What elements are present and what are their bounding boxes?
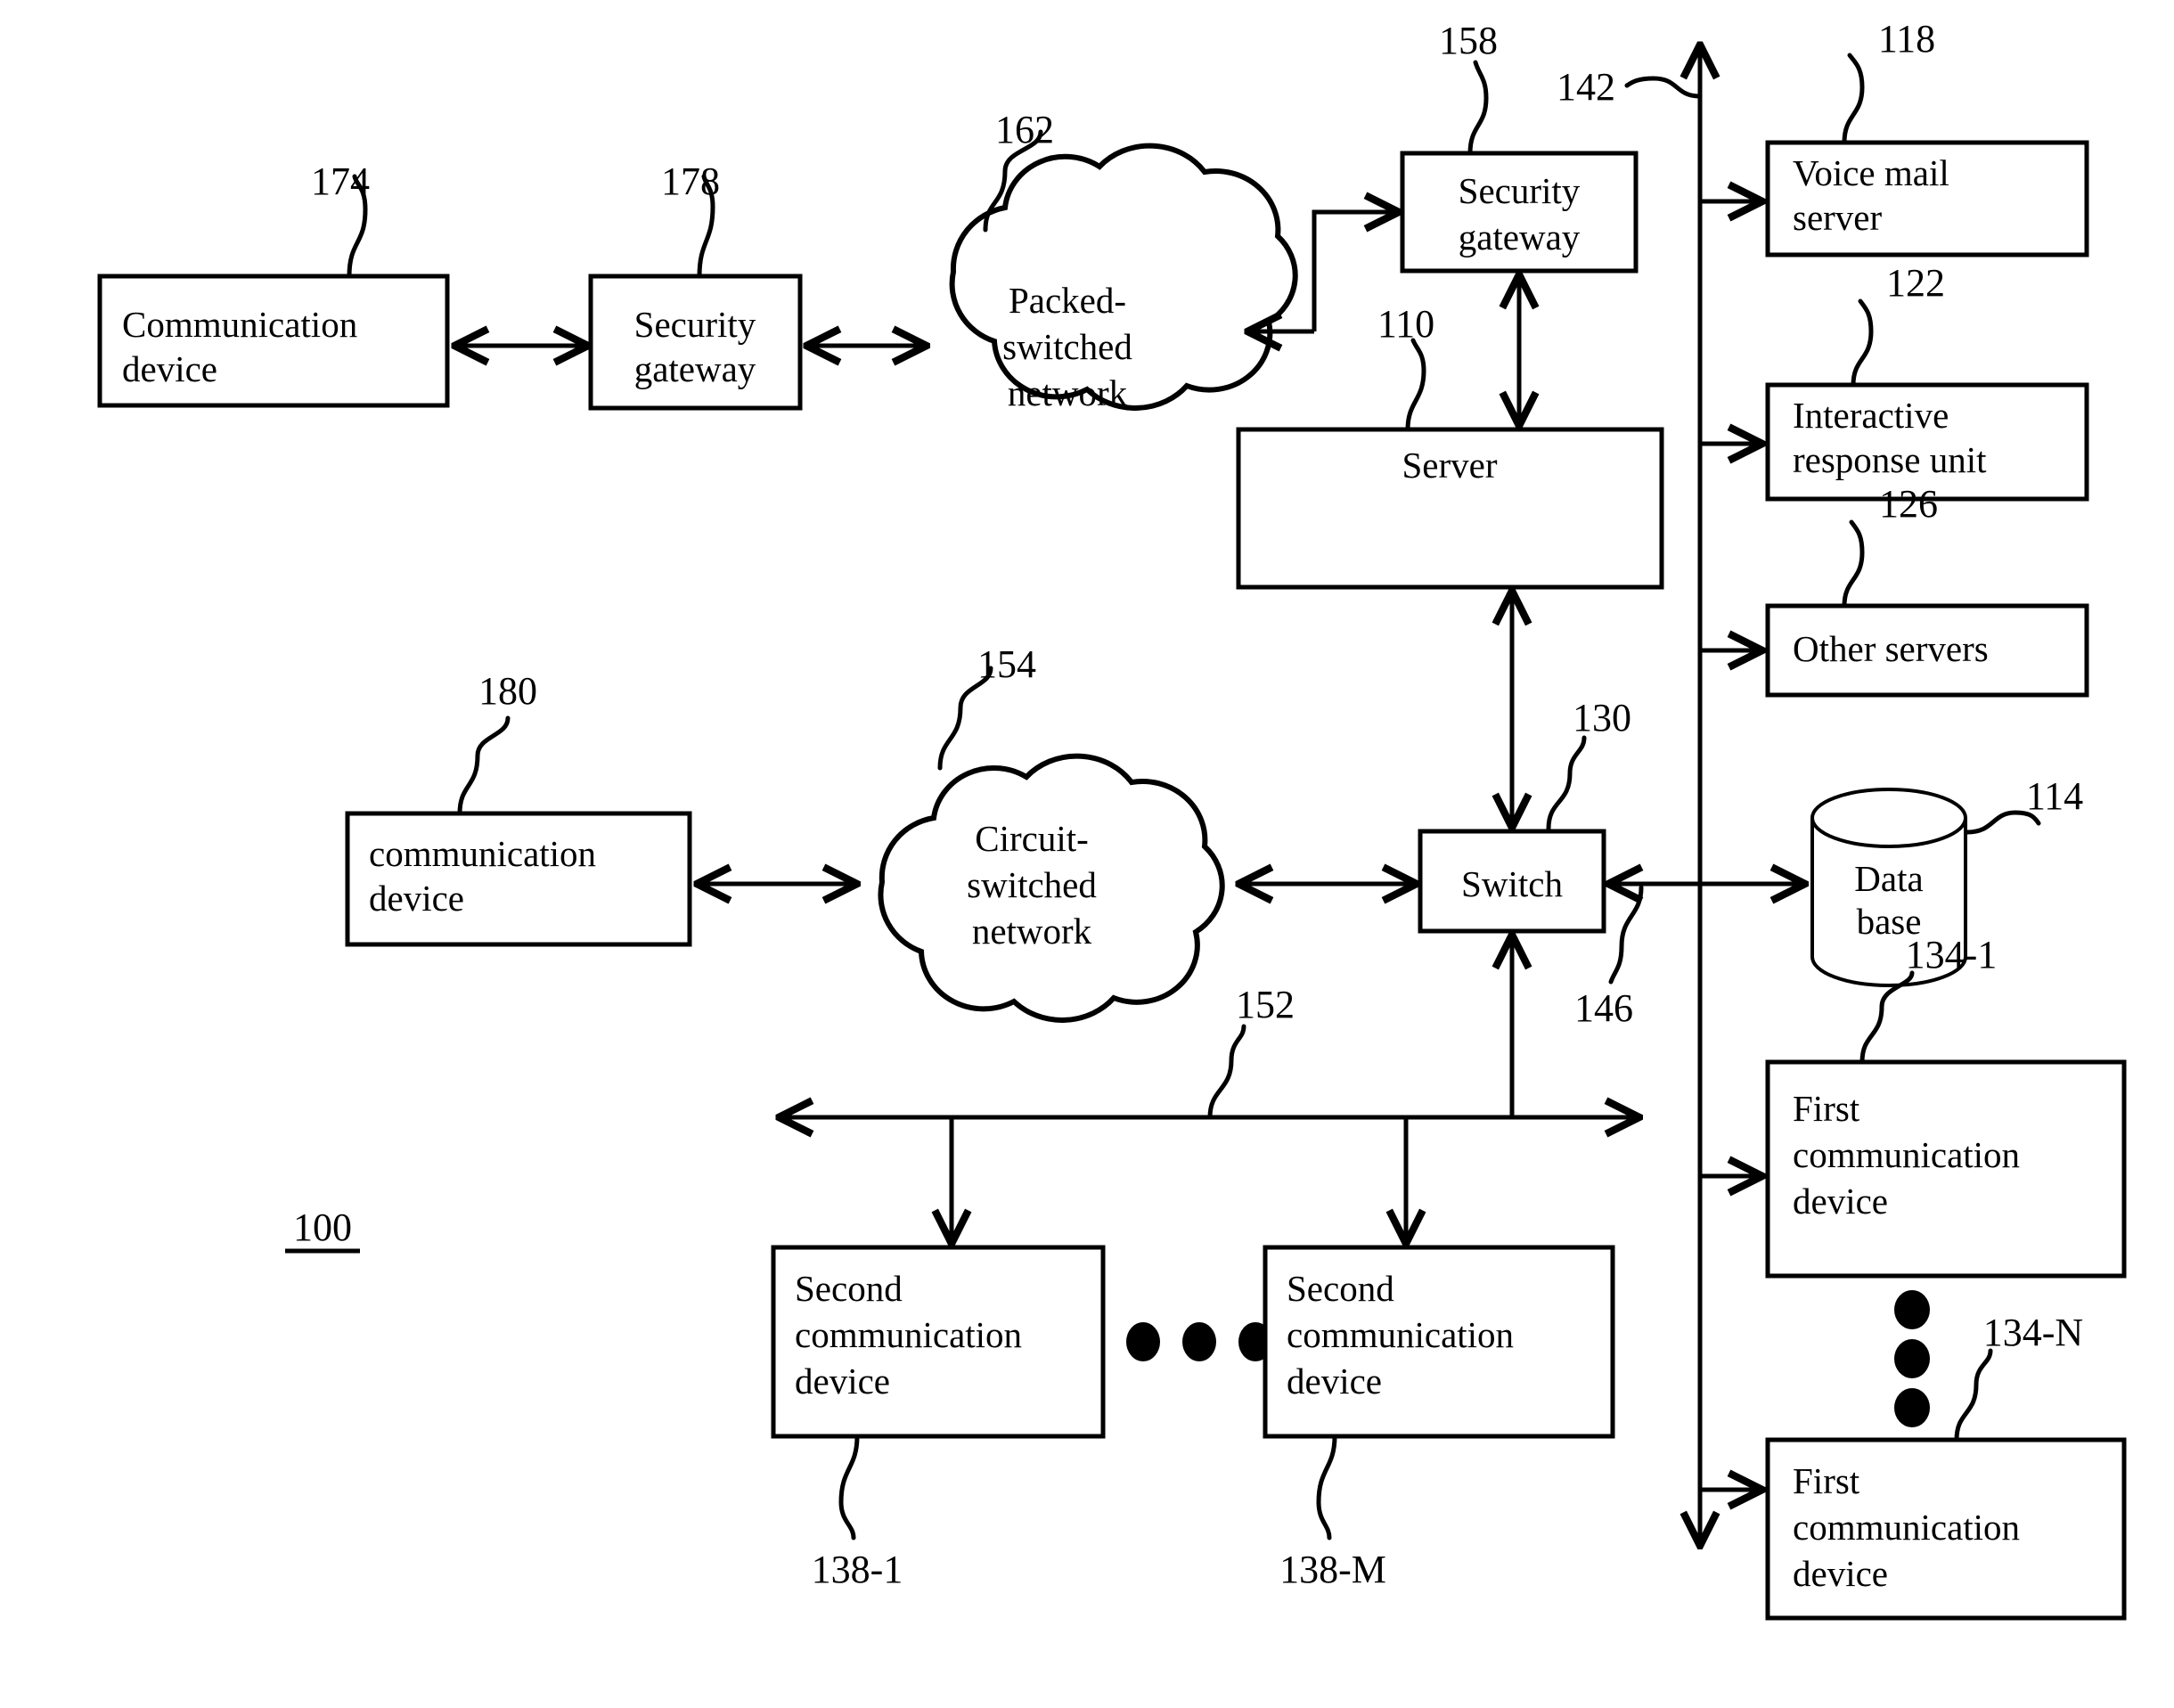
ref-154: 154	[977, 642, 1036, 686]
vm118-line2: server	[1793, 197, 1883, 238]
vm118-line1: Voice mail	[1793, 152, 1949, 193]
sg178-line1: Security	[634, 304, 756, 345]
os126-label: Other servers	[1793, 628, 1989, 669]
cd180-line1: communication	[369, 833, 596, 874]
leader-146	[1608, 885, 1644, 985]
leader-134-N	[1954, 1348, 1993, 1442]
server110-label: Server	[1402, 445, 1497, 486]
sg158-line2: gateway	[1459, 217, 1581, 257]
vertical-ellipsis-dots	[1894, 1290, 1930, 1427]
leader-152	[1207, 1024, 1246, 1120]
leader-180	[457, 715, 511, 816]
ref-126: 126	[1879, 482, 1938, 526]
sg178-line2: gateway	[634, 348, 756, 389]
system-ref-100: 100	[285, 1205, 360, 1254]
leader-122	[1851, 298, 1874, 388]
ref-134-N: 134-N	[1983, 1311, 2083, 1354]
voice-mail-server-118-box: Voice mail server	[1765, 140, 2089, 257]
ref-174: 174	[311, 159, 370, 203]
scd1-line1: Second	[795, 1268, 903, 1309]
net162-line1: Packed-	[1009, 280, 1126, 321]
leader-142	[1624, 76, 1703, 99]
scdM-line2: communication	[1287, 1314, 1514, 1355]
scdM-line3: device	[1287, 1361, 1382, 1402]
ref-152: 152	[1236, 983, 1295, 1026]
ref-162: 162	[995, 108, 1054, 151]
figure-canvas: Communication device 174 Security gatewa…	[0, 0, 2174, 1708]
fcd1-line2: communication	[1793, 1134, 2020, 1175]
sg158-line1: Security	[1459, 170, 1581, 211]
ref-110: 110	[1377, 302, 1434, 346]
db114-line1: Data	[1854, 858, 1923, 899]
net162-line3: network	[1008, 372, 1128, 413]
leader-138-M	[1316, 1434, 1337, 1540]
net154-line3: network	[972, 911, 1092, 952]
security-gateway-178-box: Security gateway	[588, 274, 803, 411]
leader-138-1	[838, 1434, 860, 1540]
leader-126	[1842, 519, 1865, 609]
leader-130	[1546, 735, 1587, 831]
comm-device-174-line2: device	[122, 348, 217, 389]
ref-118: 118	[1878, 17, 1935, 61]
iru122-line2: response unit	[1793, 439, 1987, 480]
second-comm-device-138-M-box: Second communication device	[1263, 1245, 1615, 1439]
other-servers-126-box: Other servers	[1765, 603, 2089, 698]
iru122-line1: Interactive	[1793, 395, 1949, 436]
fcdN-line1: First	[1793, 1460, 1860, 1501]
fcd1-line3: device	[1793, 1181, 1888, 1222]
switch130-label: Switch	[1461, 863, 1563, 904]
ref-178: 178	[661, 159, 720, 203]
net154-line2: switched	[967, 864, 1097, 905]
ref-122: 122	[1886, 261, 1945, 305]
leader-110	[1405, 338, 1426, 432]
cd180-line2: device	[369, 878, 464, 919]
fcdN-line2: communication	[1793, 1507, 2020, 1548]
security-gateway-158-box: Security gateway	[1400, 151, 1639, 274]
ref-146: 146	[1574, 986, 1633, 1030]
fcd1-line1: First	[1793, 1088, 1860, 1129]
server-110-box: Server	[1236, 427, 1664, 590]
comm-device-174-box: Communication device	[97, 274, 450, 408]
net154-line1: Circuit-	[975, 818, 1089, 859]
ref-180: 180	[478, 669, 537, 713]
communication-device-180-box: communication device	[345, 811, 692, 947]
ref-100: 100	[293, 1205, 352, 1249]
leader-118	[1842, 53, 1865, 145]
ref-114: 114	[2026, 774, 2083, 818]
leader-158	[1467, 60, 1489, 156]
ref-142: 142	[1557, 65, 1615, 109]
second-comm-device-138-1-box: Second communication device	[771, 1245, 1106, 1439]
ref-138-1: 138-1	[812, 1548, 903, 1591]
net162-line2: switched	[1002, 326, 1132, 367]
ref-134-1: 134-1	[1906, 933, 1998, 977]
fcdN-line3: device	[1793, 1553, 1888, 1594]
ref-158: 158	[1439, 19, 1498, 62]
comm-device-174-line1: Communication	[122, 304, 357, 345]
horizontal-ellipsis-dots	[1126, 1322, 1272, 1361]
first-comm-device-134-1-box: First communication device	[1765, 1059, 2127, 1279]
circuit-switched-network-154-cloud: Circuit- switched network	[878, 753, 1225, 1023]
scd1-line3: device	[795, 1361, 890, 1402]
ref-130: 130	[1573, 696, 1631, 740]
scdM-line1: Second	[1287, 1268, 1394, 1309]
scd1-line2: communication	[795, 1314, 1022, 1355]
ref-138-M: 138-M	[1279, 1548, 1386, 1591]
switch-130-box: Switch	[1418, 829, 1606, 934]
first-comm-device-134-N-box: First communication device	[1765, 1437, 2127, 1621]
